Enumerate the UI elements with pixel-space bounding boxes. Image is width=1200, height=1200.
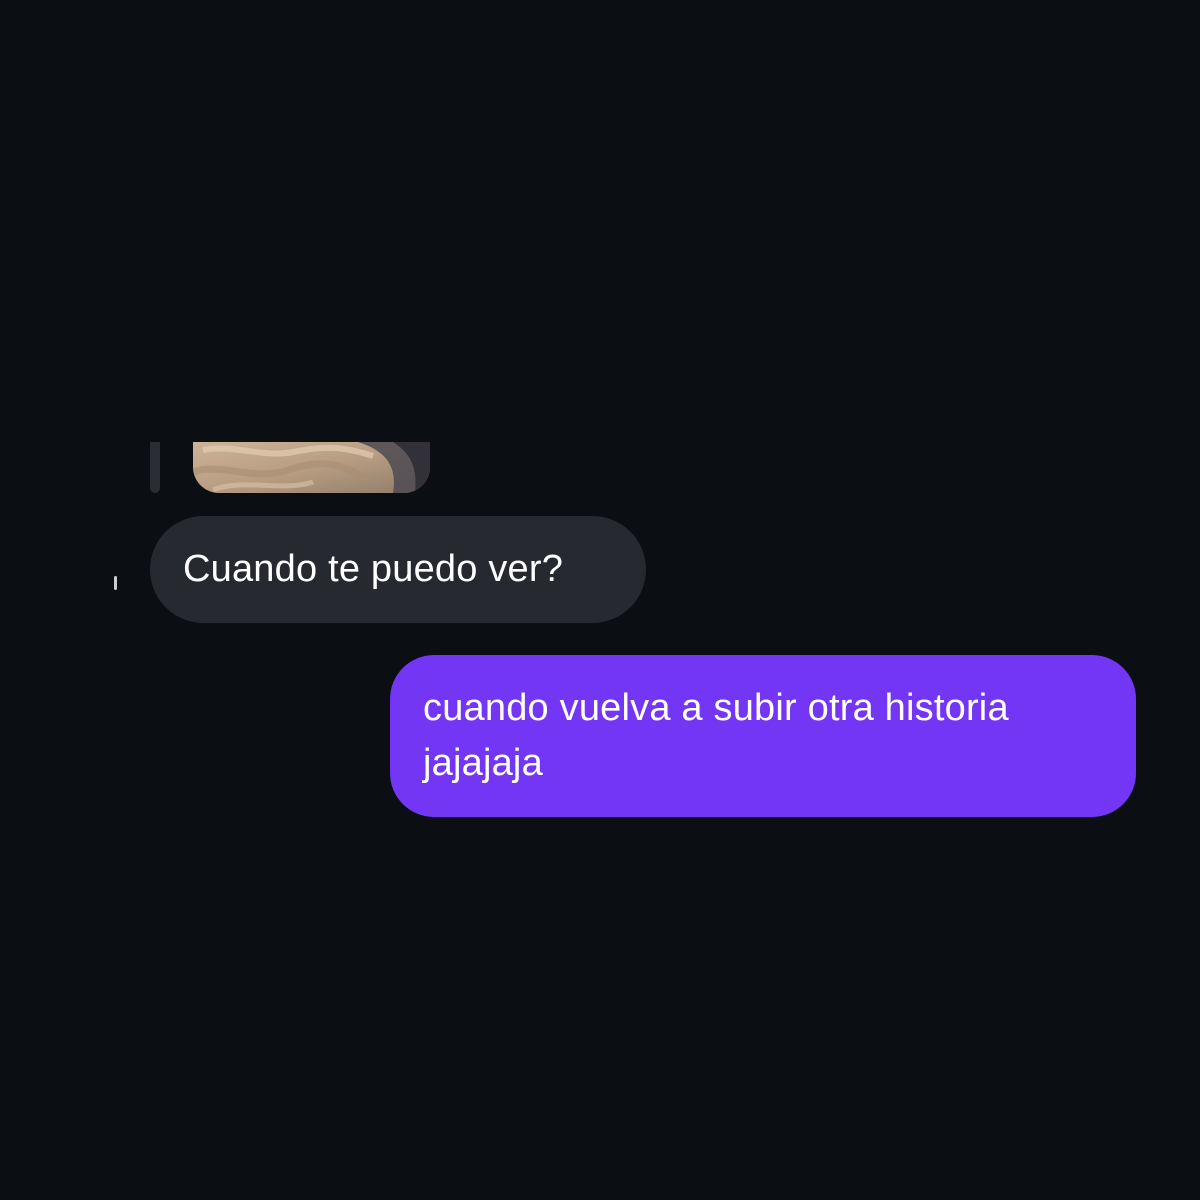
chat-thread: Cuando te puedo ver? cuando vuelva a sub… [0,0,1200,1200]
story-reply-bar [150,442,160,493]
received-message-bubble[interactable]: Cuando te puedo ver? [150,516,646,623]
scroll-indicator [114,576,117,590]
sent-message-bubble[interactable]: cuando vuelva a subir otra historia jaja… [390,655,1136,817]
story-photo-thumbnail[interactable] [193,442,430,493]
message-text: cuando vuelva a subir otra historia jaja… [423,687,1009,784]
message-text: Cuando te puedo ver? [183,548,564,590]
